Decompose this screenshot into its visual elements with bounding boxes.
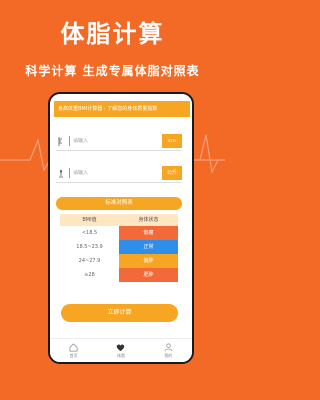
bmi-range: ≥28 bbox=[84, 272, 95, 278]
calculate-button[interactable]: 立即计算 bbox=[61, 304, 178, 322]
tab-label: 我的 bbox=[164, 352, 173, 358]
tab-profile[interactable]: 我的 bbox=[145, 339, 192, 362]
phone-frame: 身高体重BMI计算器 - 了解您的身体质量指数 cm 公斤 标准对照表 BMI值… bbox=[48, 92, 194, 364]
hero-title: 体脂计算 bbox=[60, 20, 165, 48]
column-header-status: 身体状态 bbox=[138, 217, 159, 223]
scale-icon bbox=[56, 168, 66, 178]
status-badge: 偏胖 bbox=[119, 254, 178, 268]
table-row: 24~27.9 偏胖 bbox=[60, 254, 178, 268]
divider bbox=[69, 136, 70, 146]
table-row: <18.5 偏瘦 bbox=[60, 226, 178, 240]
divider bbox=[56, 182, 182, 183]
tab-home[interactable]: 首页 bbox=[50, 339, 97, 362]
weight-input[interactable] bbox=[73, 170, 161, 176]
weight-unit-button[interactable]: 公斤 bbox=[162, 166, 182, 180]
table-header: BMI值 身体状态 bbox=[60, 214, 178, 226]
table-row: ≥28 肥胖 bbox=[60, 268, 178, 282]
bmi-range: <18.5 bbox=[81, 230, 98, 236]
weight-row: 公斤 bbox=[56, 166, 182, 180]
reference-table-button[interactable]: 标准对照表 bbox=[56, 197, 182, 210]
table-row: 18.5~23.9 正常 bbox=[60, 240, 178, 254]
tab-bodyfat[interactable]: 体脂 bbox=[97, 339, 144, 362]
status-badge: 正常 bbox=[119, 240, 178, 254]
bmi-range: 24~27.9 bbox=[78, 258, 101, 264]
height-unit-button[interactable]: cm bbox=[162, 134, 182, 148]
tab-label: 首页 bbox=[69, 352, 78, 358]
tab-label: 体脂 bbox=[116, 352, 125, 358]
status-badge: 偏瘦 bbox=[119, 226, 178, 240]
divider bbox=[69, 168, 70, 178]
bmi-range: 18.5~23.9 bbox=[76, 244, 103, 250]
heart-icon bbox=[117, 344, 125, 351]
column-header-bmi: BMI值 bbox=[82, 217, 97, 223]
hero-subtitle: 科学计算 生成专属体脂对照表 bbox=[25, 64, 200, 78]
bmi-table: BMI值 身体状态 <18.5 偏瘦 18.5~23.9 正常 24~27.9 … bbox=[60, 214, 178, 282]
ruler-icon bbox=[56, 136, 66, 146]
height-row: cm bbox=[56, 134, 182, 148]
height-input[interactable] bbox=[73, 138, 161, 144]
tab-bar: 首页 体脂 我的 bbox=[50, 338, 192, 362]
app-header-title: 身高体重BMI计算器 - 了解您的身体质量指数 bbox=[54, 101, 190, 117]
divider bbox=[56, 150, 182, 151]
user-icon bbox=[164, 343, 173, 351]
home-icon bbox=[69, 342, 78, 351]
status-badge: 肥胖 bbox=[119, 268, 178, 282]
